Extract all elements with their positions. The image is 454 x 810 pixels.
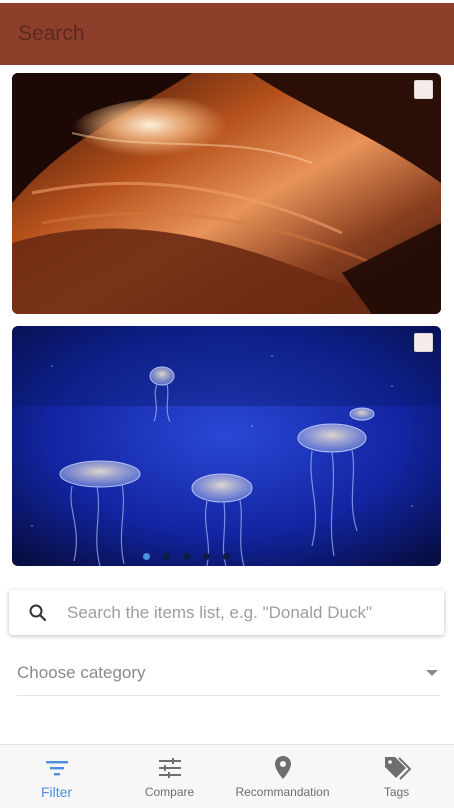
tags-icon — [383, 755, 411, 781]
category-label: Choose category — [17, 662, 146, 682]
search-bar — [9, 590, 444, 635]
carousel-dot[interactable] — [223, 553, 230, 560]
nav-item-tags[interactable]: Tags — [339, 745, 454, 808]
page-title: Search — [18, 22, 85, 45]
filter-icon — [44, 755, 70, 781]
search-input[interactable] — [67, 602, 444, 623]
nav-item-recommandation[interactable]: Recommandation — [226, 745, 339, 808]
carousel-pagination — [12, 553, 441, 560]
jellyfish-image — [12, 326, 441, 566]
search-icon[interactable] — [9, 603, 67, 623]
carousel-dot[interactable] — [183, 553, 190, 560]
chevron-down-icon — [426, 669, 438, 676]
select-checkbox[interactable] — [414, 333, 433, 352]
nav-label: Compare — [144, 785, 195, 799]
image-card-canyon[interactable] — [12, 73, 441, 314]
nav-label: Filter — [40, 784, 73, 800]
nav-item-filter[interactable]: Filter — [0, 745, 113, 808]
carousel-dot[interactable] — [203, 553, 210, 560]
select-checkbox[interactable] — [414, 80, 433, 99]
map-pin-icon — [273, 755, 293, 781]
app-bar: Search — [0, 3, 454, 65]
carousel-dot[interactable] — [163, 553, 170, 560]
sliders-icon — [157, 755, 183, 781]
image-card-jellyfish[interactable] — [12, 326, 441, 566]
nav-label: Tags — [383, 785, 410, 799]
carousel-dot[interactable] — [143, 553, 150, 560]
canyon-image — [12, 73, 441, 314]
category-select[interactable]: Choose category — [17, 650, 440, 696]
nav-label: Recommandation — [235, 785, 330, 799]
bottom-navigation: Filter Compare Recommandation Tags — [0, 744, 454, 808]
nav-item-compare[interactable]: Compare — [113, 745, 226, 808]
